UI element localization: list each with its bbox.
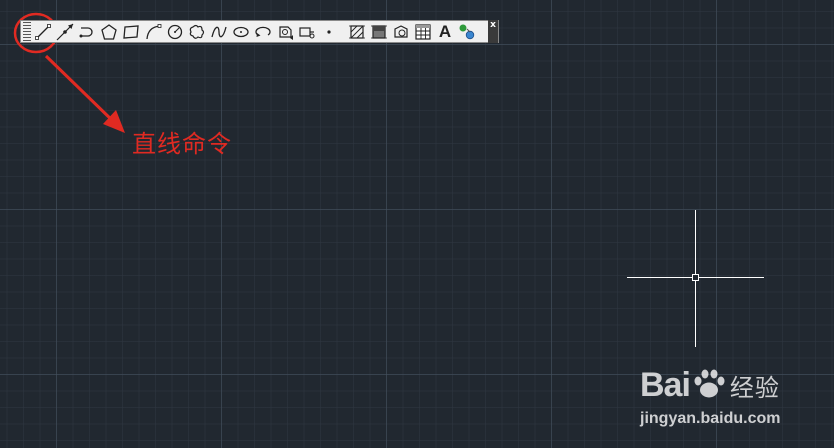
point-icon <box>327 29 331 34</box>
rectangle-tool[interactable] <box>120 21 142 42</box>
watermark-url: jingyan.baidu.com <box>640 410 781 427</box>
polyline-icon <box>79 26 93 37</box>
ellipse-arc-icon <box>255 26 271 37</box>
baidu-watermark: Bai 经验 jingyan.baidu.com <box>640 366 830 436</box>
table-tool[interactable] <box>412 21 434 42</box>
polygon-tool[interactable] <box>98 21 120 42</box>
multiline-text-tool[interactable]: A <box>434 21 456 42</box>
construction-line-tool[interactable] <box>54 21 76 42</box>
gradient-icon <box>371 24 387 39</box>
region-tool[interactable] <box>390 21 412 42</box>
add-selected-icon <box>459 24 475 39</box>
toolbar-close-button[interactable]: x <box>488 20 498 43</box>
polyline-tool[interactable] <box>76 21 98 42</box>
add-selected-tool[interactable] <box>456 21 478 42</box>
arc-tool[interactable] <box>142 21 164 42</box>
circle-tool[interactable] <box>164 21 186 42</box>
hatch-icon <box>349 24 365 39</box>
draw-toolbar: A x <box>20 20 499 43</box>
region-icon <box>394 24 408 38</box>
line-tool[interactable] <box>32 21 54 42</box>
ellipse-tool[interactable] <box>230 21 252 42</box>
table-icon <box>415 23 431 40</box>
insert-block-tool[interactable] <box>274 21 296 42</box>
watermark-brand-suffix: 经验 <box>729 374 780 402</box>
make-block-icon <box>299 26 315 38</box>
line-command-label: 直线命令 <box>132 130 232 158</box>
ellipse-arc-tool[interactable] <box>252 21 274 42</box>
spline-icon <box>211 26 227 37</box>
construction-line-icon <box>56 23 74 40</box>
ellipse-icon <box>233 26 249 37</box>
arc-icon <box>146 23 162 39</box>
draw-tools: A <box>32 21 478 42</box>
hatch-tool[interactable] <box>346 21 368 42</box>
watermark-brand-text: Bai <box>640 366 691 404</box>
paw-icon <box>694 369 725 398</box>
revision-cloud-tool[interactable] <box>186 21 208 42</box>
rectangle-icon <box>123 24 139 39</box>
line-icon <box>35 23 51 40</box>
insert-block-icon <box>279 25 293 40</box>
watermark-brand: Bai 经验 <box>640 366 780 405</box>
make-block-tool[interactable] <box>296 21 318 42</box>
crosshair-cursor <box>627 210 764 347</box>
revision-cloud-icon <box>189 24 205 39</box>
gradient-tool[interactable] <box>368 21 390 42</box>
point-tool[interactable] <box>318 21 340 42</box>
circle-icon <box>167 24 183 39</box>
spline-tool[interactable] <box>208 21 230 42</box>
callout-arrow-shaft <box>44 54 118 126</box>
toolbar-grip[interactable] <box>23 22 31 41</box>
polygon-icon <box>101 23 117 40</box>
text-icon: A <box>438 21 452 41</box>
